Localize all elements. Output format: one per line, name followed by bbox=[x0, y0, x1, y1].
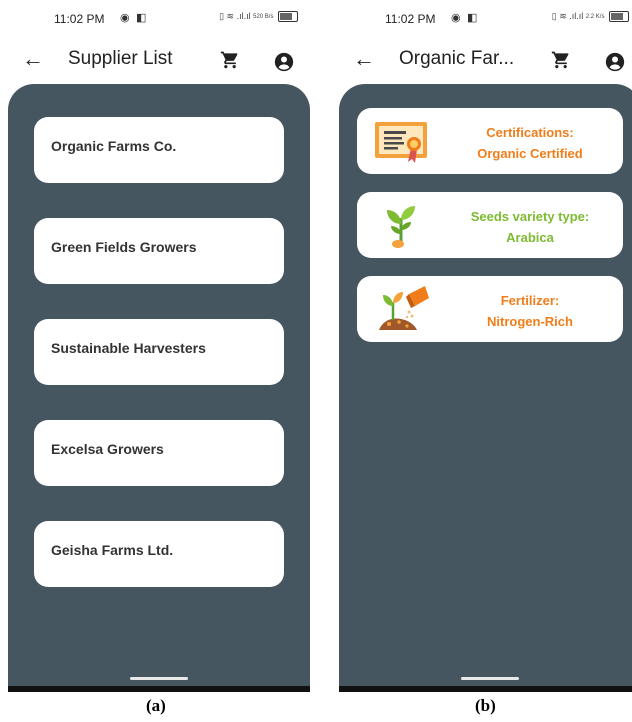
phone-screen-supplier-detail: 11:02 PM ◉ ◧ ▯ ≋ .ıl.ıl 2.2 K/s ← Organi… bbox=[339, 0, 632, 692]
seeds-variety-text: Seeds variety type: Arabica bbox=[443, 206, 617, 248]
network-speed: 520 B/s bbox=[253, 13, 274, 20]
fertilizer-label: Fertilizer: bbox=[500, 293, 560, 308]
back-arrow-icon[interactable]: ← bbox=[22, 48, 44, 70]
home-gesture-bar[interactable] bbox=[130, 677, 188, 680]
fertilizer-icon bbox=[379, 286, 429, 330]
certification-text: Certifications: Organic Certified bbox=[443, 122, 617, 164]
figure-caption-a: (a) bbox=[146, 696, 166, 715]
fertilizer-card: Fertilizer: Nitrogen-Rich bbox=[357, 276, 623, 342]
vibrate-icon: ▯ bbox=[551, 11, 557, 21]
status-indicators: ▯ ≋ .ıl.ıl 2.2 K/s bbox=[551, 11, 629, 23]
bottom-nav-strip bbox=[339, 686, 632, 692]
status-indicators: ▯ ≋ .ıl.ıl 520 B/s bbox=[219, 11, 298, 23]
status-bar: 11:02 PM ◉ ◧ ▯ ≋ .ıl.ıl 2.2 K/s bbox=[339, 0, 632, 36]
fertilizer-text: Fertilizer: Nitrogen-Rich bbox=[443, 290, 617, 332]
chrome-icon: ◉ bbox=[120, 12, 130, 24]
status-time: 11:02 PM bbox=[54, 12, 105, 26]
signal-icon: .ıl.ıl bbox=[236, 11, 251, 21]
supplier-detail-panel: Certifications: Organic Certified Seeds … bbox=[339, 84, 632, 686]
certificate-icon bbox=[375, 122, 427, 163]
supplier-name: Geisha Farms Ltd. bbox=[51, 542, 174, 558]
seeds-variety-value: Arabica bbox=[506, 230, 554, 245]
back-arrow-icon[interactable]: ← bbox=[353, 48, 375, 70]
chrome-icon: ◉ bbox=[451, 12, 461, 24]
network-speed: 2.2 K/s bbox=[585, 13, 605, 20]
seeds-variety-label: Seeds variety type: bbox=[470, 209, 590, 224]
certification-card: Certifications: Organic Certified bbox=[357, 108, 623, 174]
status-time: 11:02 PM bbox=[385, 12, 436, 26]
supplier-name: Green Fields Growers bbox=[51, 239, 197, 255]
account-icon[interactable] bbox=[274, 52, 294, 72]
phone-screen-supplier-list: 11:02 PM ◉ ◧ ▯ ≋ .ıl.ıl 520 B/s ← Suppli… bbox=[8, 0, 310, 692]
page-title: Organic Far... bbox=[399, 48, 515, 69]
supplier-card[interactable]: Organic Farms Co. bbox=[34, 117, 284, 183]
certification-value: Organic Certified bbox=[477, 146, 583, 161]
seeds-variety-card: Seeds variety type: Arabica bbox=[357, 192, 623, 258]
cart-icon[interactable] bbox=[220, 50, 240, 70]
wifi-icon: ≋ bbox=[559, 11, 567, 21]
supplier-card[interactable]: Excelsa Growers bbox=[34, 420, 284, 486]
status-bar: 11:02 PM ◉ ◧ ▯ ≋ .ıl.ıl 520 B/s bbox=[8, 0, 310, 36]
home-gesture-bar[interactable] bbox=[461, 677, 519, 680]
supplier-name: Sustainable Harvesters bbox=[51, 340, 206, 356]
supplier-name: Excelsa Growers bbox=[51, 441, 164, 457]
supplier-card[interactable]: Green Fields Growers bbox=[34, 218, 284, 284]
cart-icon[interactable] bbox=[551, 50, 571, 70]
notification-icon: ◧ bbox=[467, 12, 478, 24]
app-bar: ← Organic Far... bbox=[339, 36, 632, 84]
supplier-card[interactable]: Sustainable Harvesters bbox=[34, 319, 284, 385]
signal-icon: .ıl.ıl bbox=[569, 11, 584, 21]
vibrate-icon: ▯ bbox=[219, 11, 225, 21]
fertilizer-value: Nitrogen-Rich bbox=[487, 314, 573, 329]
wifi-icon: ≋ bbox=[226, 11, 235, 21]
page-title: Supplier List bbox=[68, 48, 173, 69]
notification-icon: ◧ bbox=[136, 12, 147, 24]
account-icon[interactable] bbox=[605, 52, 625, 72]
supplier-card[interactable]: Geisha Farms Ltd. bbox=[34, 521, 284, 587]
supplier-name: Organic Farms Co. bbox=[51, 138, 177, 154]
app-bar: ← Supplier List bbox=[8, 36, 310, 84]
supplier-list-panel: Organic Farms Co. Green Fields Growers S… bbox=[8, 84, 310, 686]
battery-icon bbox=[609, 11, 629, 23]
certification-label: Certifications: bbox=[486, 125, 574, 140]
figure-caption-b: (b) bbox=[475, 696, 496, 715]
bottom-nav-strip bbox=[8, 686, 310, 692]
seedling-icon bbox=[387, 206, 415, 248]
battery-icon bbox=[278, 11, 298, 23]
